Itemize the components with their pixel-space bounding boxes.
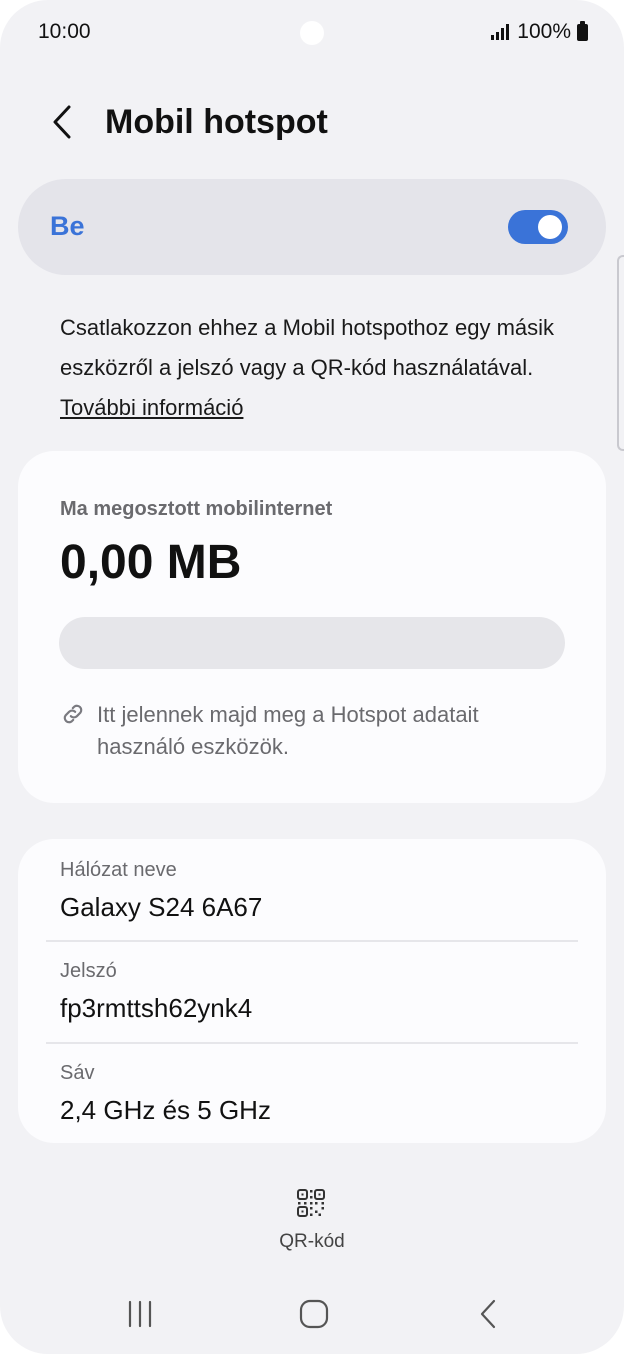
- usage-value: 0,00 MB: [60, 536, 242, 589]
- divider: [46, 1042, 578, 1044]
- description-text: Csatlakozzon ehhez a Mobil hotspothoz eg…: [60, 315, 555, 380]
- password-row[interactable]: Jelszó fp3rmttsh62ynk4: [60, 960, 580, 1024]
- qr-code-icon: [297, 1189, 325, 1217]
- battery-icon: [577, 20, 588, 41]
- recent-apps-button[interactable]: [110, 1292, 170, 1336]
- divider: [46, 940, 578, 942]
- toggle-label: Be: [50, 211, 85, 241]
- home-icon: [299, 1299, 329, 1329]
- hotspot-toggle-row[interactable]: Be: [18, 179, 606, 275]
- link-icon: [63, 704, 83, 724]
- network-name-row[interactable]: Hálózat neve Galaxy S24 6A67: [60, 859, 580, 923]
- signal-icon: [491, 24, 510, 40]
- connected-devices-note: Itt jelennek majd meg a Hotspot adatait …: [97, 702, 479, 759]
- chevron-left-icon: [53, 105, 71, 139]
- home-button[interactable]: [284, 1292, 344, 1336]
- band-row[interactable]: Sáv 2,4 GHz és 5 GHz: [60, 1062, 580, 1126]
- usage-label: Ma megosztott mobilinternet: [60, 498, 333, 520]
- phone-screen: 10:00 100% Mobil hotspot Be Csatlakozzon…: [0, 0, 624, 1354]
- battery-percent: 100%: [517, 20, 571, 43]
- qr-code-label: QR-kód: [279, 1231, 345, 1252]
- band-label: Sáv: [60, 1062, 95, 1084]
- more-info-link[interactable]: További információ: [60, 395, 243, 420]
- edge-panel-handle[interactable]: [617, 255, 624, 451]
- back-icon: [480, 1299, 496, 1329]
- usage-progress-bar: [59, 617, 565, 669]
- network-name-value: Galaxy S24 6A67: [60, 892, 263, 922]
- network-name-label: Hálózat neve: [60, 859, 177, 881]
- band-value: 2,4 GHz és 5 GHz: [60, 1095, 271, 1125]
- front-camera: [300, 21, 324, 45]
- hotspot-description: Csatlakozzon ehhez a Mobil hotspothoz eg…: [60, 308, 560, 428]
- status-right: 100%: [491, 20, 588, 44]
- back-button[interactable]: [40, 100, 84, 144]
- usage-card: Ma megosztott mobilinternet 0,00 MB Itt …: [18, 451, 606, 803]
- page-title: Mobil hotspot: [105, 103, 328, 141]
- switch-knob: [538, 215, 562, 239]
- nav-back-button[interactable]: [458, 1292, 518, 1336]
- password-label: Jelszó: [60, 960, 117, 982]
- recent-apps-icon: [128, 1300, 152, 1328]
- password-value: fp3rmttsh62ynk4: [60, 993, 253, 1023]
- qr-code-button[interactable]: QR-kód: [262, 1183, 362, 1263]
- hotspot-switch[interactable]: [508, 210, 568, 244]
- network-info-card: Hálózat neve Galaxy S24 6A67 Jelszó fp3r…: [18, 839, 606, 1143]
- status-time: 10:00: [38, 20, 91, 43]
